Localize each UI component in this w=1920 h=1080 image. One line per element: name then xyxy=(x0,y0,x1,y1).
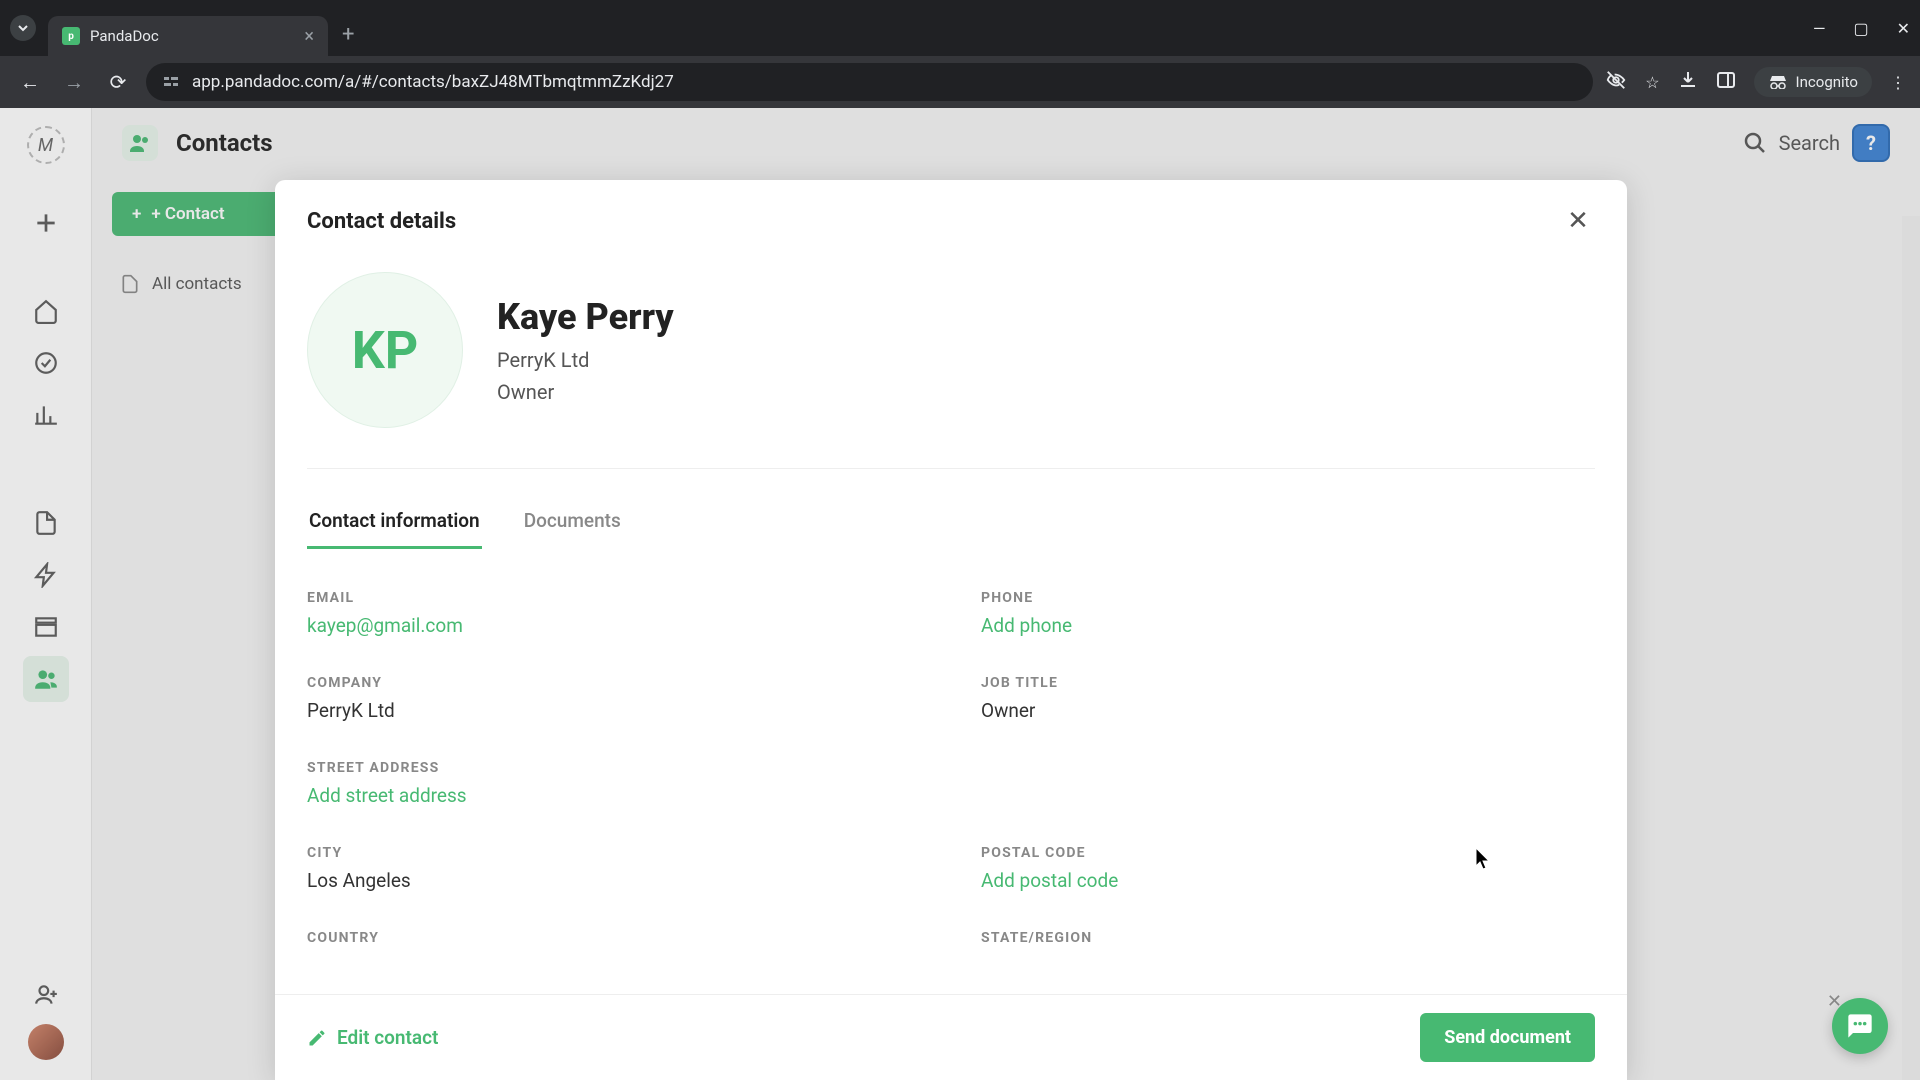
field-value-company: PerryK Ltd xyxy=(307,699,921,722)
downloads-icon[interactable] xyxy=(1678,70,1698,94)
browser-tab-strip: p PandaDoc × + — ▢ ✕ xyxy=(0,0,1920,56)
back-button[interactable]: ← xyxy=(14,66,46,98)
bookmark-icon[interactable]: ☆ xyxy=(1645,73,1659,92)
field-value-postal[interactable]: Add postal code xyxy=(981,869,1595,892)
search-label[interactable]: Search xyxy=(1779,131,1840,155)
tab-contact-info[interactable]: Contact information xyxy=(307,499,482,549)
contact-company: PerryK Ltd xyxy=(497,348,674,372)
contacts-icon xyxy=(122,125,158,161)
side-panel-icon[interactable] xyxy=(1716,70,1736,94)
browser-tab[interactable]: p PandaDoc × xyxy=(48,16,328,56)
tab-search-dropdown[interactable] xyxy=(10,15,36,41)
contact-title: Owner xyxy=(497,380,674,404)
favicon-icon: p xyxy=(62,27,80,45)
contact-name: Kaye Perry xyxy=(497,296,674,338)
maximize-icon[interactable]: ▢ xyxy=(1853,19,1868,38)
browser-menu-icon[interactable]: ⋮ xyxy=(1890,73,1906,92)
field-value-city: Los Angeles xyxy=(307,869,921,892)
document-icon xyxy=(120,274,140,294)
send-document-button[interactable]: Send document xyxy=(1420,1013,1595,1062)
browser-toolbar: ← → ⟳ app.pandadoc.com/a/#/contacts/baxZ… xyxy=(0,56,1920,108)
site-settings-icon[interactable] xyxy=(162,73,180,91)
minimize-icon[interactable]: — xyxy=(1813,19,1826,38)
tab-close-icon[interactable]: × xyxy=(304,26,314,47)
add-contact-label: + Contact xyxy=(151,204,224,224)
left-rail: M xyxy=(0,108,92,1080)
approvals-nav[interactable] xyxy=(23,340,69,386)
edit-contact-button[interactable]: Edit contact xyxy=(307,1026,438,1049)
add-contact-button[interactable]: + + Contact xyxy=(112,192,302,236)
field-label-postal: POSTAL CODE xyxy=(981,845,1595,861)
workspace-logo[interactable]: M xyxy=(27,126,65,164)
contact-details-modal: Contact details ✕ KP Kaye Perry PerryK L… xyxy=(275,180,1627,1080)
plus-icon: + xyxy=(132,204,141,224)
help-button[interactable]: ? xyxy=(1852,124,1890,162)
window-controls: — ▢ ✕ xyxy=(1813,19,1910,38)
page-title: Contacts xyxy=(176,129,273,157)
field-label-phone: PHONE xyxy=(981,590,1595,606)
address-bar[interactable]: app.pandadoc.com/a/#/contacts/baxZJ48MTb… xyxy=(146,63,1593,101)
field-label-city: CITY xyxy=(307,845,921,861)
url-text: app.pandadoc.com/a/#/contacts/baxZJ48MTb… xyxy=(192,72,674,92)
field-label-country: COUNTRY xyxy=(307,930,921,946)
search-icon[interactable] xyxy=(1743,131,1767,155)
invite-nav[interactable] xyxy=(23,972,69,1018)
new-tab-button[interactable]: + xyxy=(342,22,354,47)
contact-avatar: KP xyxy=(307,272,463,428)
reports-nav[interactable] xyxy=(23,392,69,438)
tab-documents[interactable]: Documents xyxy=(522,499,623,549)
reload-button[interactable]: ⟳ xyxy=(102,66,134,98)
user-avatar[interactable] xyxy=(28,1024,64,1060)
field-label-email: EMAIL xyxy=(307,590,921,606)
field-value-phone[interactable]: Add phone xyxy=(981,614,1595,637)
close-modal-button[interactable]: ✕ xyxy=(1561,204,1595,238)
all-contacts-label: All contacts xyxy=(152,274,242,294)
page-header: Contacts Search ? xyxy=(92,108,1920,178)
chat-fab[interactable] xyxy=(1832,998,1888,1054)
chat-icon xyxy=(1846,1012,1874,1040)
tracking-icon[interactable] xyxy=(1605,69,1627,95)
documents-nav[interactable] xyxy=(23,500,69,546)
new-item-button[interactable] xyxy=(23,200,69,246)
incognito-badge[interactable]: Incognito xyxy=(1754,67,1872,97)
templates-nav[interactable] xyxy=(23,552,69,598)
pencil-icon xyxy=(307,1028,327,1048)
modal-title: Contact details xyxy=(307,209,456,234)
field-label-company: COMPANY xyxy=(307,675,921,691)
forward-button[interactable]: → xyxy=(58,66,90,98)
all-contacts-item[interactable]: All contacts xyxy=(112,266,302,302)
field-value-email[interactable]: kayep@gmail.com xyxy=(307,614,921,637)
contacts-nav[interactable] xyxy=(23,656,69,702)
page-scrollbar[interactable] xyxy=(1902,216,1920,1080)
field-label-street: STREET ADDRESS xyxy=(307,760,1595,776)
library-nav[interactable] xyxy=(23,604,69,650)
edit-contact-label: Edit contact xyxy=(337,1026,438,1049)
field-label-state: STATE/REGION xyxy=(981,930,1595,946)
close-window-icon[interactable]: ✕ xyxy=(1897,19,1910,38)
home-nav[interactable] xyxy=(23,288,69,334)
field-value-street[interactable]: Add street address xyxy=(307,784,1595,807)
field-label-jobtitle: JOB TITLE xyxy=(981,675,1595,691)
tab-title: PandaDoc xyxy=(90,27,294,45)
incognito-label: Incognito xyxy=(1796,73,1858,91)
field-value-jobtitle: Owner xyxy=(981,699,1595,722)
